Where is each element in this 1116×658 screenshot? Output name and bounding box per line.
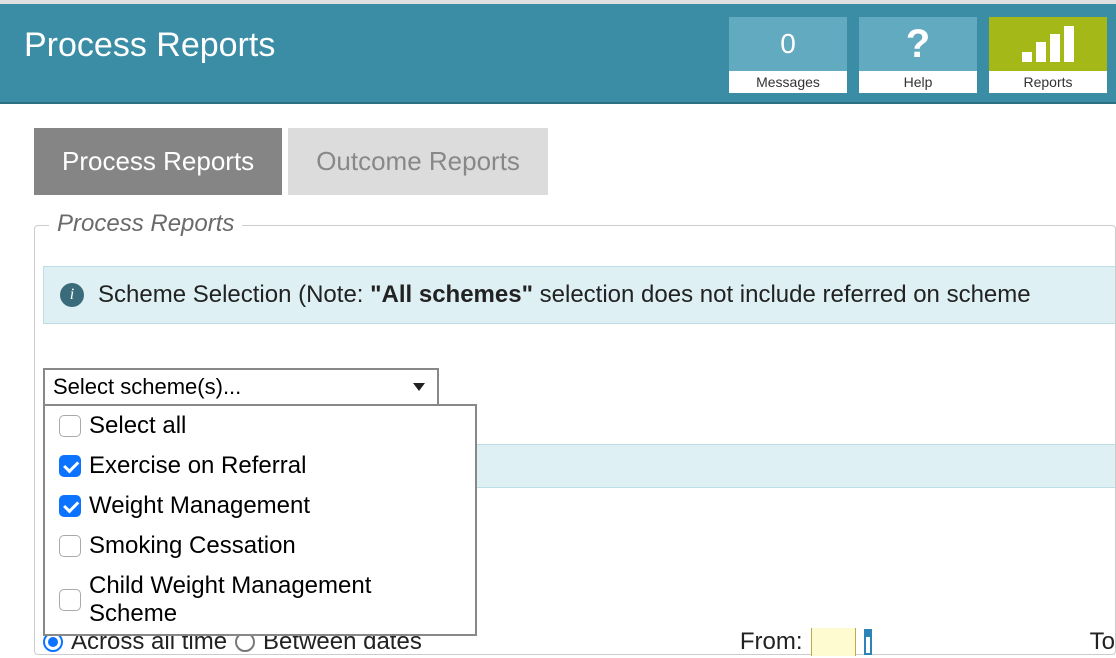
reports-icon-box xyxy=(989,17,1107,71)
fieldset-legend: Process Reports xyxy=(49,210,242,238)
checkbox-checked-icon xyxy=(59,495,81,517)
scheme-dropdown: Select all Exercise on Referral Weight M… xyxy=(43,404,477,636)
checkbox-unchecked-icon xyxy=(59,589,81,611)
scheme-combobox[interactable]: Select scheme(s)... xyxy=(43,368,439,406)
from-date-input[interactable] xyxy=(811,628,857,656)
from-label: From: xyxy=(740,628,803,656)
tab-outcome-reports[interactable]: Outcome Reports xyxy=(288,128,548,195)
scheme-select-area: Select scheme(s)... Select all Exercise … xyxy=(43,368,1115,406)
messages-button[interactable]: 0 Messages xyxy=(728,16,848,94)
info-prefix: Scheme Selection (Note: xyxy=(98,281,370,308)
tabs: Process Reports Outcome Reports xyxy=(34,128,1116,195)
info-banner: i Scheme Selection (Note: "All schemes" … xyxy=(43,266,1115,324)
bar-chart-icon xyxy=(1022,26,1074,62)
reports-button[interactable]: Reports xyxy=(988,16,1108,94)
scheme-option-child-weight-management[interactable]: Child Weight Management Scheme xyxy=(45,566,475,634)
info-text: Scheme Selection (Note: "All schemes" se… xyxy=(98,281,1031,309)
scheme-option-label: Child Weight Management Scheme xyxy=(89,572,461,628)
checkbox-unchecked-icon xyxy=(59,415,81,437)
info-suffix: selection does not include referred on s… xyxy=(533,281,1031,308)
tab-process-reports[interactable]: Process Reports xyxy=(34,128,282,195)
info-bold: "All schemes" xyxy=(370,281,533,308)
checkbox-checked-icon xyxy=(59,455,81,477)
messages-count: 0 xyxy=(780,28,796,60)
messages-count-box: 0 xyxy=(729,17,847,71)
question-mark-icon: ? xyxy=(906,24,930,64)
page-title: Process Reports xyxy=(24,4,275,65)
to-label: To xyxy=(1090,628,1115,656)
process-reports-fieldset: Process Reports i Scheme Selection (Note… xyxy=(34,225,1116,655)
scheme-combobox-placeholder: Select scheme(s)... xyxy=(53,374,241,400)
scheme-option-weight-management[interactable]: Weight Management xyxy=(45,486,475,526)
scheme-option-exercise-on-referral[interactable]: Exercise on Referral xyxy=(45,446,475,486)
help-icon-box: ? xyxy=(859,17,977,71)
scheme-option-label: Weight Management xyxy=(89,492,310,520)
page-header: Process Reports 0 Messages ? Help xyxy=(0,4,1116,104)
calendar-icon[interactable] xyxy=(864,629,871,655)
scheme-option-label: Select all xyxy=(89,412,186,440)
help-button[interactable]: ? Help xyxy=(858,16,978,94)
reports-label: Reports xyxy=(989,71,1107,93)
messages-label: Messages xyxy=(729,71,847,93)
header-buttons: 0 Messages ? Help Reports xyxy=(728,16,1108,94)
chevron-down-icon xyxy=(413,383,425,391)
checkbox-unchecked-icon xyxy=(59,535,81,557)
info-icon: i xyxy=(60,283,84,307)
scheme-option-label: Exercise on Referral xyxy=(89,452,306,480)
content-area: Process Reports Outcome Reports Process … xyxy=(0,104,1116,658)
scheme-option-select-all[interactable]: Select all xyxy=(45,406,475,446)
scheme-option-smoking-cessation[interactable]: Smoking Cessation xyxy=(45,526,475,566)
scheme-option-label: Smoking Cessation xyxy=(89,532,296,560)
help-label: Help xyxy=(859,71,977,93)
